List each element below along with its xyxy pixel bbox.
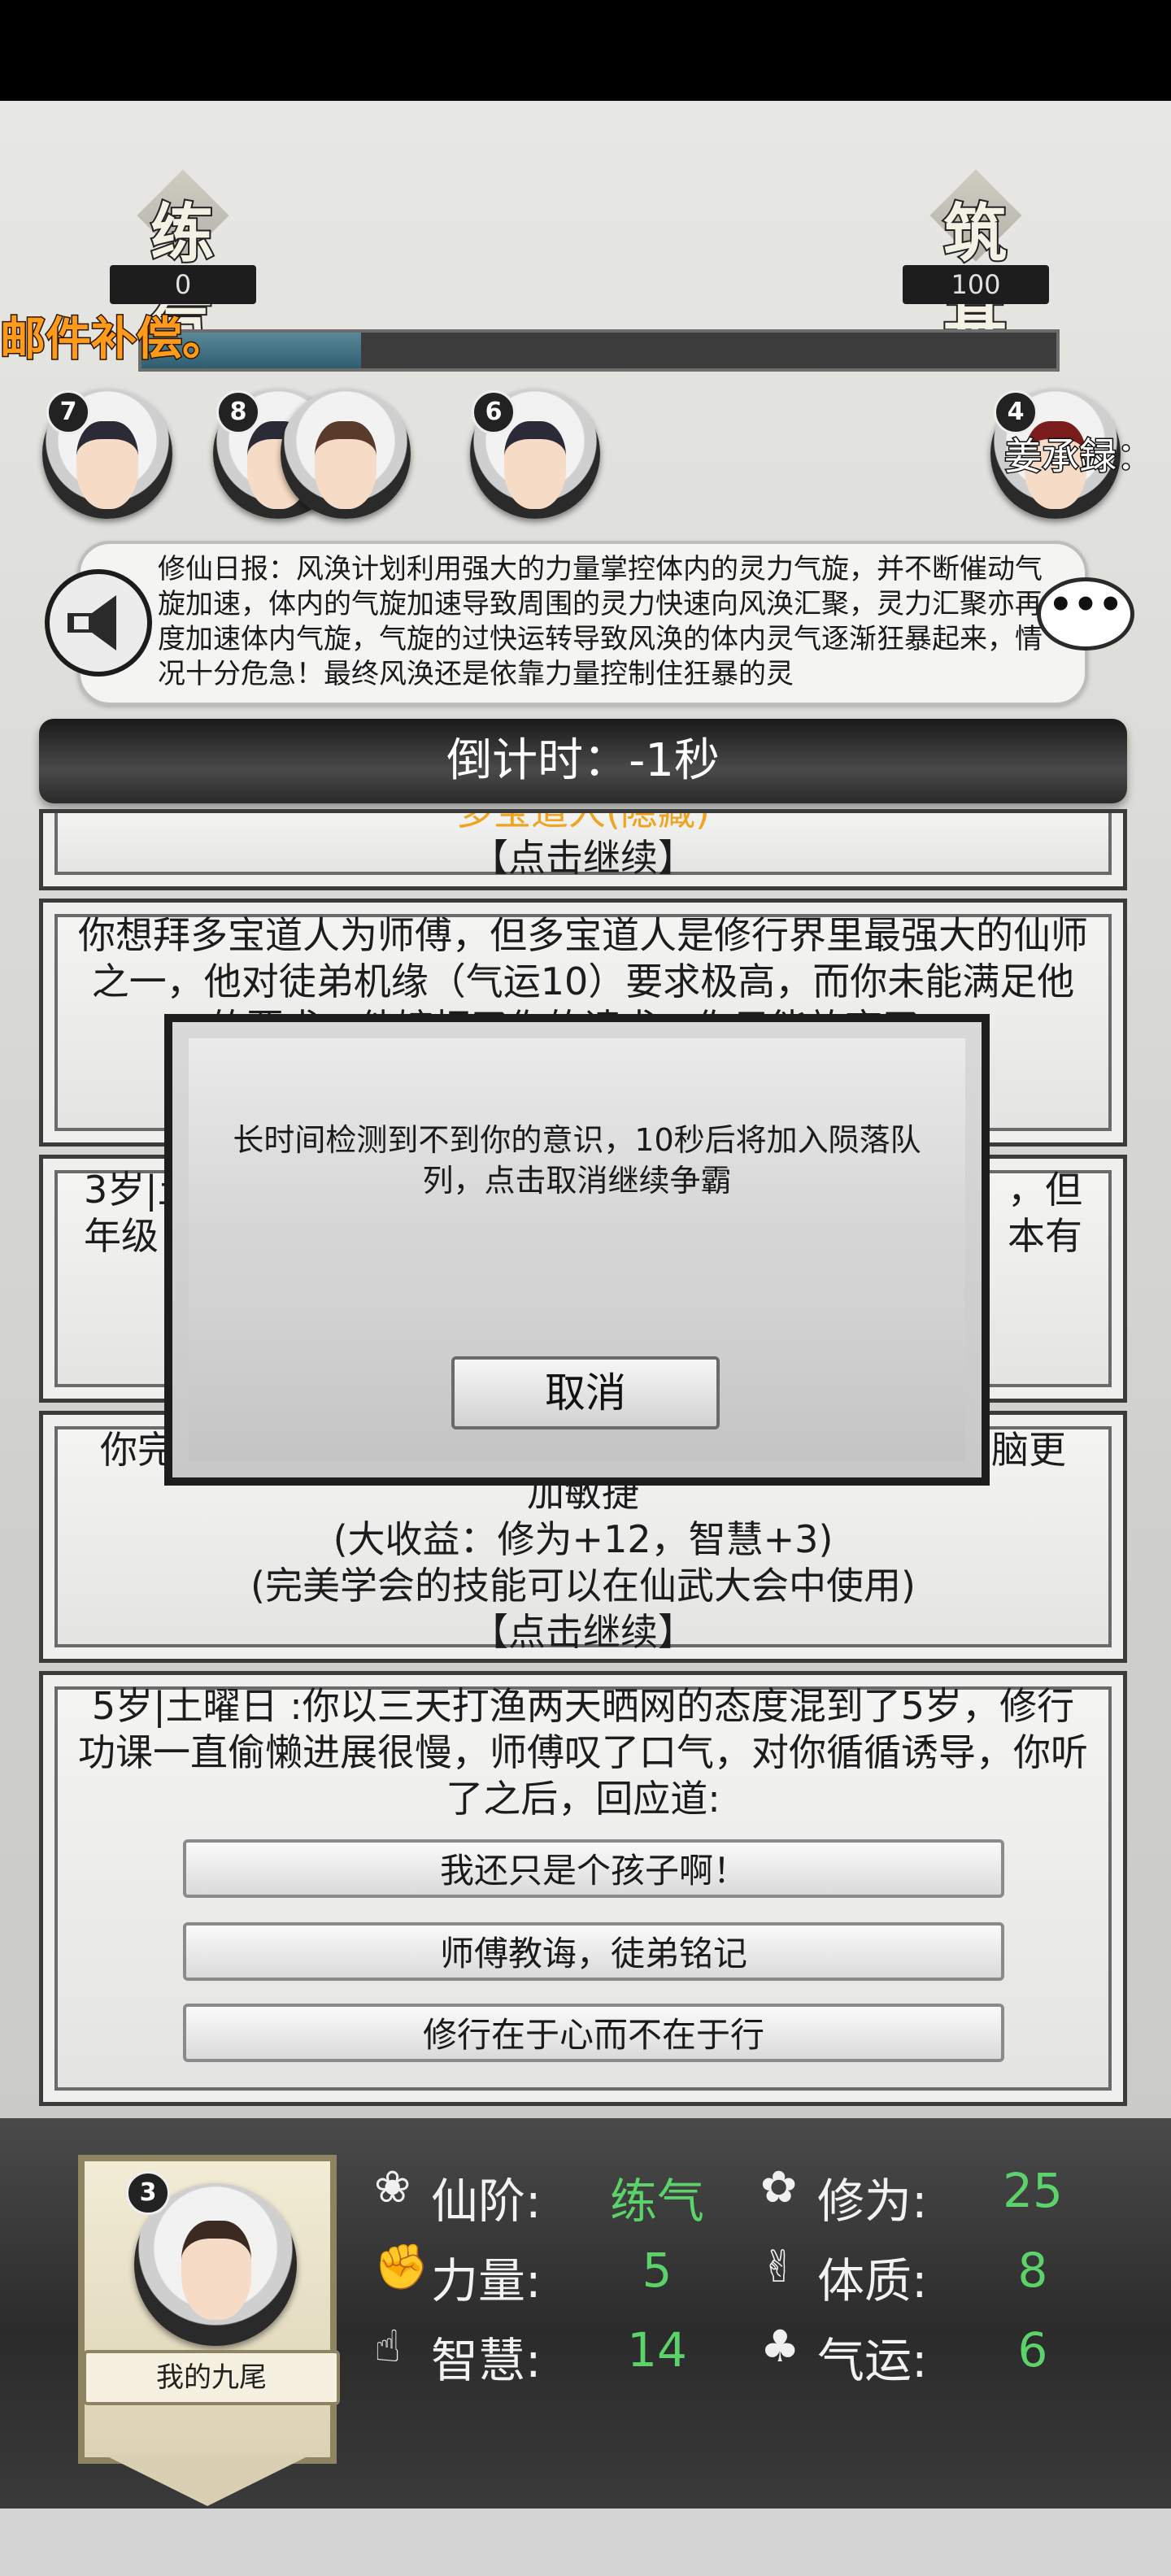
stat-value: 8 xyxy=(1017,2243,1048,2298)
continue-prompt[interactable]: 【点击继续】 xyxy=(76,835,1090,881)
stat-value: 14 xyxy=(627,2322,687,2378)
realm-icon: ❀ xyxy=(374,2161,411,2213)
cultivation-icon: ✿ xyxy=(760,2161,798,2213)
realm-right-value: 100 xyxy=(903,265,1049,304)
daily-news-text: 修仙日报：风涣计划利用强大的力量掌控体内的灵力气旋，并不断催动气旋加速，体内的气… xyxy=(158,553,1043,690)
cultivation-progress-bar xyxy=(138,329,1060,372)
stat-value: 5 xyxy=(642,2243,673,2298)
speaker-label: 姜承録： xyxy=(1003,433,1156,480)
event-text-right: 本有 xyxy=(1008,1214,1082,1258)
event-text-left: 年级 xyxy=(84,1214,159,1258)
event-note: (完美学会的技能可以在仙武大会中使用) xyxy=(250,1564,916,1608)
avatar-face xyxy=(181,2221,251,2320)
avatar-count-badge: 6 xyxy=(472,390,516,434)
player-level-badge: 3 xyxy=(126,2171,170,2215)
choice-button-3[interactable]: 修行在于心而不在于行 xyxy=(183,2004,1004,2062)
avatar-face xyxy=(315,421,377,509)
cancel-button[interactable]: 取消 xyxy=(451,1356,720,1429)
avatar-count-badge: 7 xyxy=(46,390,90,434)
avatar-face xyxy=(76,421,138,509)
event-text: 5岁|土曜日 :你以三天打渔两天晒网的态度混到了5岁，修行功课一直偷懒进展很慢，… xyxy=(78,1684,1088,1821)
stat-label: 仙阶: xyxy=(431,2174,542,2229)
strength-icon: ✊ xyxy=(374,2241,429,2292)
event-card[interactable]: 多宝道人(隐藏) 【点击继续】 xyxy=(39,809,1127,890)
realm-left-badge: 练气 xyxy=(122,169,244,363)
wisdom-icon: ☝ xyxy=(374,2321,401,2372)
avatar-count-badge: 8 xyxy=(216,390,260,434)
luck-icon: ♣ xyxy=(760,2321,800,2372)
continue-prompt[interactable]: 【点击继续】 xyxy=(76,1609,1090,1656)
stat-value: 练气 xyxy=(609,2174,704,2229)
event-text-right: 脑更 xyxy=(991,1428,1066,1472)
constitution-icon: ✌ xyxy=(760,2241,798,2292)
stat-label: 修为: xyxy=(817,2174,928,2229)
bottom-strip xyxy=(0,2509,1171,2576)
player-avatar[interactable] xyxy=(281,389,411,519)
stat-value: 6 xyxy=(1017,2322,1048,2378)
event-text-right: ，但 xyxy=(1008,1168,1082,1212)
event-title: 多宝道人(隐藏) xyxy=(456,809,710,833)
megaphone-icon xyxy=(45,569,152,677)
daily-news-bubble[interactable]: 修仙日报：风涣计划利用强大的力量掌控体内的灵力气旋，并不断催动气旋加速，体内的气… xyxy=(77,541,1088,706)
stat-label: 力量: xyxy=(431,2253,542,2308)
dialog-message: 长时间检测到不到你的意识，10秒后将加入陨落队列，点击取消继续争霸 xyxy=(233,1122,921,1199)
realm-left-value: 0 xyxy=(110,265,256,304)
choice-button-2[interactable]: 师傅教诲，徒弟铭记 xyxy=(183,1922,1004,1981)
avatar-face xyxy=(504,421,566,509)
countdown-timer: 倒计时：-1秒 xyxy=(39,719,1127,803)
status-bar xyxy=(0,0,1171,101)
stat-value: 25 xyxy=(1003,2163,1063,2218)
player-name-plate: 我的九尾 xyxy=(83,2350,340,2405)
stat-label: 智慧: xyxy=(431,2333,542,2388)
chat-more-icon[interactable]: ••• xyxy=(1037,577,1134,651)
announcement-marquee: 邮件补偿。 xyxy=(0,312,229,368)
choice-button-1[interactable]: 我还只是个孩子啊！ xyxy=(183,1839,1004,1898)
event-reward: (大收益：修为+12，智慧+3) xyxy=(333,1517,834,1561)
realm-right-badge: 筑基 xyxy=(915,169,1037,363)
stat-label: 体质: xyxy=(817,2253,928,2308)
stat-label: 气运: xyxy=(817,2333,928,2388)
